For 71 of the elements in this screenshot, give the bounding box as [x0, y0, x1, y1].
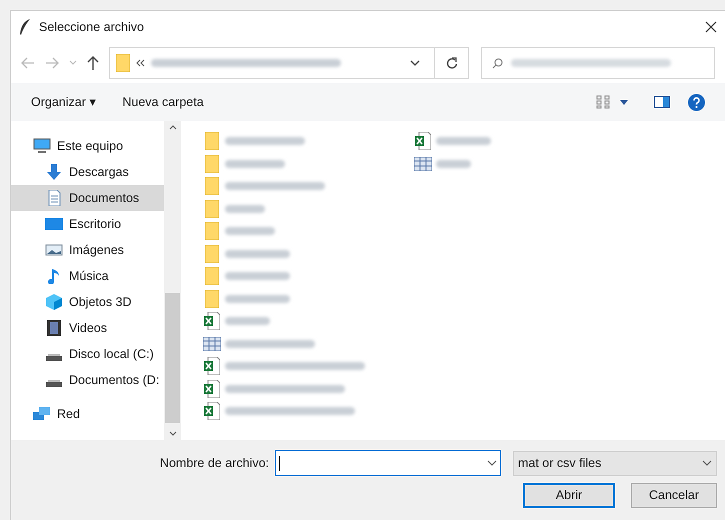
help-icon[interactable] [688, 94, 705, 110]
sidebar-item[interactable]: Música [11, 263, 164, 289]
up-arrow-icon[interactable] [87, 56, 99, 70]
cancel-button[interactable]: Cancelar [631, 483, 717, 508]
network-icon [33, 406, 51, 422]
feather-icon [19, 19, 31, 35]
blurred-filename [225, 294, 290, 303]
sidebar-item[interactable]: Imágenes [11, 237, 164, 263]
filename-field[interactable] [275, 450, 501, 476]
new-folder-button[interactable]: Nueva carpeta [122, 92, 204, 112]
chevron-down-icon [702, 460, 712, 466]
chevron-down-icon[interactable] [487, 460, 497, 466]
search-icon [492, 58, 503, 68]
blurred-filename [436, 137, 491, 146]
blurred-filename [225, 227, 275, 236]
sidebar-item[interactable]: Documentos [11, 185, 164, 211]
open-button[interactable]: Abrir [523, 483, 615, 508]
folder-icon [205, 244, 219, 263]
scroll-down-icon[interactable] [168, 431, 176, 436]
image-icon [45, 242, 63, 258]
double-chevron-icon [136, 59, 145, 67]
film-icon [45, 320, 63, 336]
folder-icon [205, 177, 219, 196]
scrollbar-thumb[interactable] [165, 293, 180, 423]
spreadsheet-file-icon [415, 132, 431, 150]
cube-icon [45, 294, 63, 310]
sidebar-item[interactable]: Disco local (C:) [11, 341, 164, 367]
sidebar-item[interactable]: Descargas [11, 159, 164, 185]
computer-icon [33, 138, 51, 154]
preview-pane-icon[interactable] [654, 96, 670, 108]
refresh-icon[interactable] [446, 56, 458, 70]
search-field[interactable] [481, 47, 715, 79]
blurred-filename [225, 160, 285, 168]
sidebar-item[interactable]: Escritorio [11, 211, 164, 237]
table-file-icon [203, 336, 221, 351]
spreadsheet-file-icon [204, 380, 220, 398]
caret-icon[interactable] [620, 100, 628, 104]
scroll-up-icon[interactable] [168, 125, 176, 130]
blurred-filename [225, 250, 290, 258]
sidebar-item[interactable]: Videos [11, 315, 164, 341]
folder-icon [205, 222, 219, 240]
folder-icon [205, 154, 219, 173]
blurred-filename [225, 317, 270, 326]
filename-label: Nombre de archivo: [160, 454, 269, 472]
blurred-filename [225, 272, 290, 280]
organize-menu-button[interactable]: Organizar ▾ [31, 92, 96, 112]
drive-icon [46, 380, 62, 386]
blurred-filename [436, 160, 471, 168]
sidebar-item[interactable]: Objetos 3D [11, 289, 164, 315]
folder-icon [205, 267, 219, 286]
file-type-dropdown[interactable]: mat or csv files [513, 450, 717, 476]
spreadsheet-file-icon [204, 312, 220, 330]
spreadsheet-file-icon [204, 402, 220, 420]
close-icon[interactable] [705, 21, 717, 33]
sidebar-item[interactable]: Este equipo [11, 133, 164, 159]
chevron-down-icon[interactable] [410, 60, 420, 66]
blurred-filename [225, 204, 265, 213]
window-title: Seleccione archivo [39, 18, 144, 36]
sidebar-item[interactable]: Red [11, 401, 164, 427]
folder-icon [205, 290, 219, 308]
sidebar-item[interactable]: Documentos (D: [11, 367, 164, 393]
table-file-icon [414, 156, 432, 171]
scrollbar[interactable] [164, 121, 181, 440]
download-arrow-icon [45, 164, 63, 180]
folder-icon [205, 132, 219, 150]
spreadsheet-file-icon [204, 357, 220, 376]
folder-icon [205, 200, 219, 218]
desktop-icon [45, 216, 63, 232]
drive-icon [46, 354, 62, 360]
folder-icon [116, 54, 130, 72]
view-options-icon[interactable] [596, 95, 612, 109]
